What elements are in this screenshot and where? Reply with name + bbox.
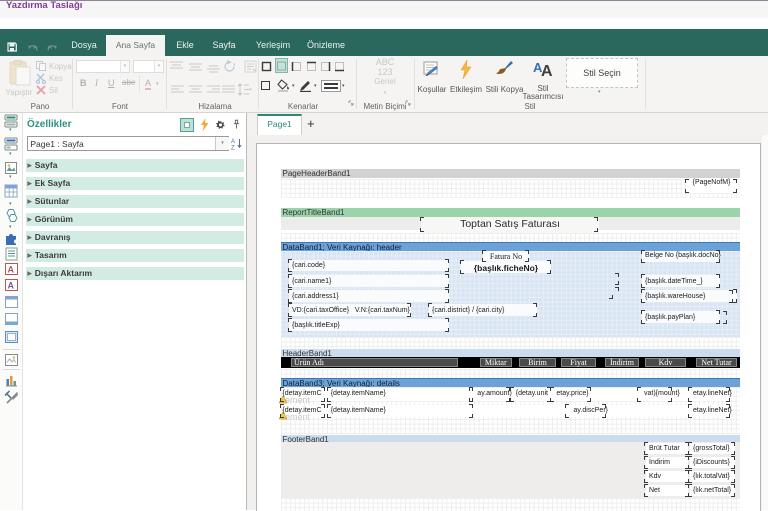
svg-text:Z: Z [231, 146, 235, 151]
svg-text:A: A [8, 281, 15, 291]
svg-text:A: A [231, 139, 235, 145]
svg-text:A: A [541, 63, 553, 79]
svg-text:A: A [8, 265, 15, 275]
